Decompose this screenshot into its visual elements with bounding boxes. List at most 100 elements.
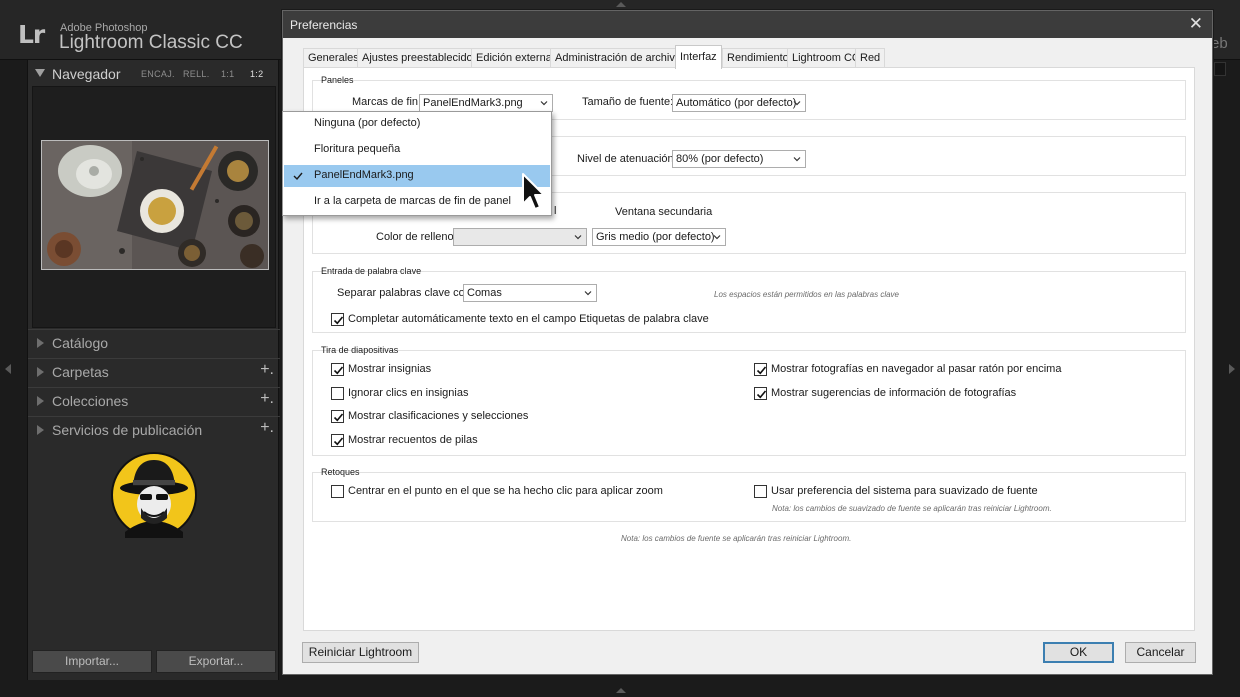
checkbox[interactable] [331, 410, 344, 423]
zoom-1-1[interactable]: 1:1 [221, 69, 234, 79]
checkmark-icon [756, 366, 767, 375]
font-size-value: Automático (por defecto) [676, 97, 797, 109]
zoom-fit[interactable]: ENCAJ. [141, 69, 175, 79]
tab-lightroom-cc[interactable]: Lightroom CC [787, 48, 865, 68]
separator-label: Separar palabras clave con: [337, 287, 474, 299]
cancel-button[interactable]: Cancelar [1125, 642, 1196, 663]
menu-item-go-to-folder[interactable]: Ir a la carpeta de marcas de fin de pane… [284, 191, 550, 213]
dialog-title-bar[interactable]: Preferencias ✕ [283, 11, 1212, 38]
system-font-checkbox[interactable]: Usar preferencia del sistema para suaviz… [754, 485, 1074, 499]
show-photo-tooltips-label: Mostrar sugerencias de información de fo… [771, 387, 1017, 399]
right-panel-toggle-icon[interactable] [1229, 364, 1235, 374]
right-panel-edge [1214, 62, 1226, 76]
chevron-down-icon [540, 101, 548, 106]
restart-lightroom-button[interactable]: Reiniciar Lightroom [302, 642, 419, 663]
tab-file-handling[interactable]: Administración de archivos [550, 48, 692, 68]
tab-general[interactable]: Generales [303, 48, 364, 68]
import-button[interactable]: Importar... [32, 650, 152, 673]
show-ratings-checkbox[interactable]: Mostrar clasificaciones y selecciones [331, 410, 551, 424]
checkbox[interactable] [331, 363, 344, 376]
tab-performance[interactable]: Rendimiento [722, 48, 794, 68]
show-badges-checkbox[interactable]: Mostrar insignias [331, 363, 551, 377]
tab-external-editing[interactable]: Edición externa [471, 48, 557, 68]
dim-level-select[interactable]: 80% (por defecto) [672, 150, 806, 168]
font-size-select[interactable]: Automático (por defecto) [672, 94, 806, 112]
filmstrip-label: Tira de diapositivas [321, 345, 399, 355]
navigator-title: Navegador [52, 66, 121, 82]
menu-item-none[interactable]: Ninguna (por defecto) [284, 113, 550, 135]
navigator-photo[interactable] [41, 140, 269, 270]
plus-icon[interactable]: +. [260, 361, 274, 379]
separator-select[interactable]: Comas [463, 284, 597, 302]
end-marks-label: Marcas de fin: [352, 96, 422, 108]
menu-item-small-flourish[interactable]: Floritura pequeña [284, 139, 550, 161]
tab-interface[interactable]: Interfaz [675, 45, 722, 69]
disclosure-triangle-icon [37, 338, 44, 348]
export-button[interactable]: Exportar... [156, 650, 276, 673]
separator-value: Comas [467, 287, 502, 299]
mouse-cursor-icon [522, 173, 545, 210]
show-photos-navigator-checkbox[interactable]: Mostrar fotografías en navegador al pasa… [754, 363, 1114, 377]
left-panel: Navegador ENCAJ. RELL. 1:1 1:2 Catálogo … [27, 60, 280, 680]
tab-presets[interactable]: Ajustes preestablecidos [357, 48, 484, 68]
fill-color-label: Color de relleno: [376, 231, 457, 243]
show-stack-counts-label: Mostrar recuentos de pilas [348, 434, 478, 446]
autocomplete-checkbox[interactable]: Completar automáticamente texto en el ca… [331, 313, 709, 327]
chevron-down-icon [713, 235, 721, 240]
dim-level-label: Nivel de atenuación: [577, 153, 677, 165]
close-icon[interactable]: ✕ [1189, 14, 1203, 34]
ignore-badge-clicks-checkbox[interactable]: Ignorar clics en insignias [331, 387, 551, 401]
navigator-preview[interactable] [32, 86, 276, 328]
tea-photo-image [42, 141, 268, 269]
menu-item-panelendmark3[interactable]: PanelEndMark3.png [284, 165, 550, 187]
panel-catalog[interactable]: Catálogo [28, 329, 280, 355]
show-photo-tooltips-checkbox[interactable]: Mostrar sugerencias de información de fo… [754, 387, 1114, 401]
font-change-note: Nota: los cambios de fuente se aplicarán… [621, 534, 852, 543]
plus-icon[interactable]: +. [260, 390, 274, 408]
panel-folders[interactable]: Carpetas +. [28, 358, 280, 384]
panel-folders-label: Carpetas [52, 364, 109, 380]
system-font-label: Usar preferencia del sistema para suaviz… [771, 485, 1038, 497]
tab-network[interactable]: Red [855, 48, 886, 68]
left-panel-toggle-icon[interactable] [5, 364, 11, 374]
fill-color-secondary-select[interactable]: Gris medio (por defecto) [592, 228, 726, 246]
checkmark-icon [293, 172, 303, 181]
panel-collections[interactable]: Colecciones +. [28, 387, 280, 413]
checkbox[interactable] [331, 313, 344, 326]
navigator-header[interactable]: Navegador ENCAJ. RELL. 1:1 1:2 [28, 60, 280, 86]
zoom-fill[interactable]: RELL. [183, 69, 210, 79]
system-font-note: Nota: los cambios de suavizado de fuente… [772, 504, 1052, 513]
panel-publish-services[interactable]: Servicios de publicación +. [28, 416, 280, 442]
checkbox[interactable] [331, 485, 344, 498]
disclosure-triangle-icon [35, 69, 45, 77]
keyword-entry-label: Entrada de palabra clave [321, 266, 422, 276]
checkbox[interactable] [754, 387, 767, 400]
dim-level-value: 80% (por defecto) [676, 153, 764, 165]
secondary-window-label: Ventana secundaria [615, 206, 713, 218]
checkbox[interactable] [331, 387, 344, 400]
chevron-down-icon [793, 157, 801, 162]
checkbox[interactable] [754, 485, 767, 498]
module-picker-fragment[interactable]: eb [1211, 35, 1228, 52]
top-panel-toggle-icon[interactable] [616, 2, 626, 7]
end-marks-value: PanelEndMark3.png [423, 97, 523, 109]
disclosure-triangle-icon [37, 396, 44, 406]
panel-catalog-label: Catálogo [52, 335, 109, 351]
plus-icon[interactable]: +. [260, 419, 274, 437]
chevron-down-icon [584, 291, 592, 296]
filmstrip-toggle-icon[interactable] [616, 688, 626, 693]
zoom-1-2[interactable]: 1:2 [250, 69, 263, 79]
ok-button[interactable]: OK [1043, 642, 1114, 663]
main-window-fragment: l [554, 205, 557, 217]
end-marks-dropdown-menu: Ninguna (por defecto) Floritura pequeña … [282, 111, 552, 216]
checkbox[interactable] [754, 363, 767, 376]
zoom-click-checkbox[interactable]: Centrar en el punto en el que se ha hech… [331, 485, 663, 499]
panel-collections-label: Colecciones [52, 393, 129, 409]
show-stack-counts-checkbox[interactable]: Mostrar recuentos de pilas [331, 434, 551, 448]
fill-color-secondary-value: Gris medio (por defecto) [596, 231, 715, 243]
checkbox[interactable] [331, 434, 344, 447]
end-marks-select[interactable]: PanelEndMark3.png [419, 94, 553, 112]
ignore-badge-clicks-label: Ignorar clics en insignias [348, 387, 469, 399]
preferences-dialog: Preferencias ✕ Generales Ajustes preesta… [282, 10, 1213, 675]
fill-color-main-select[interactable] [453, 228, 587, 246]
